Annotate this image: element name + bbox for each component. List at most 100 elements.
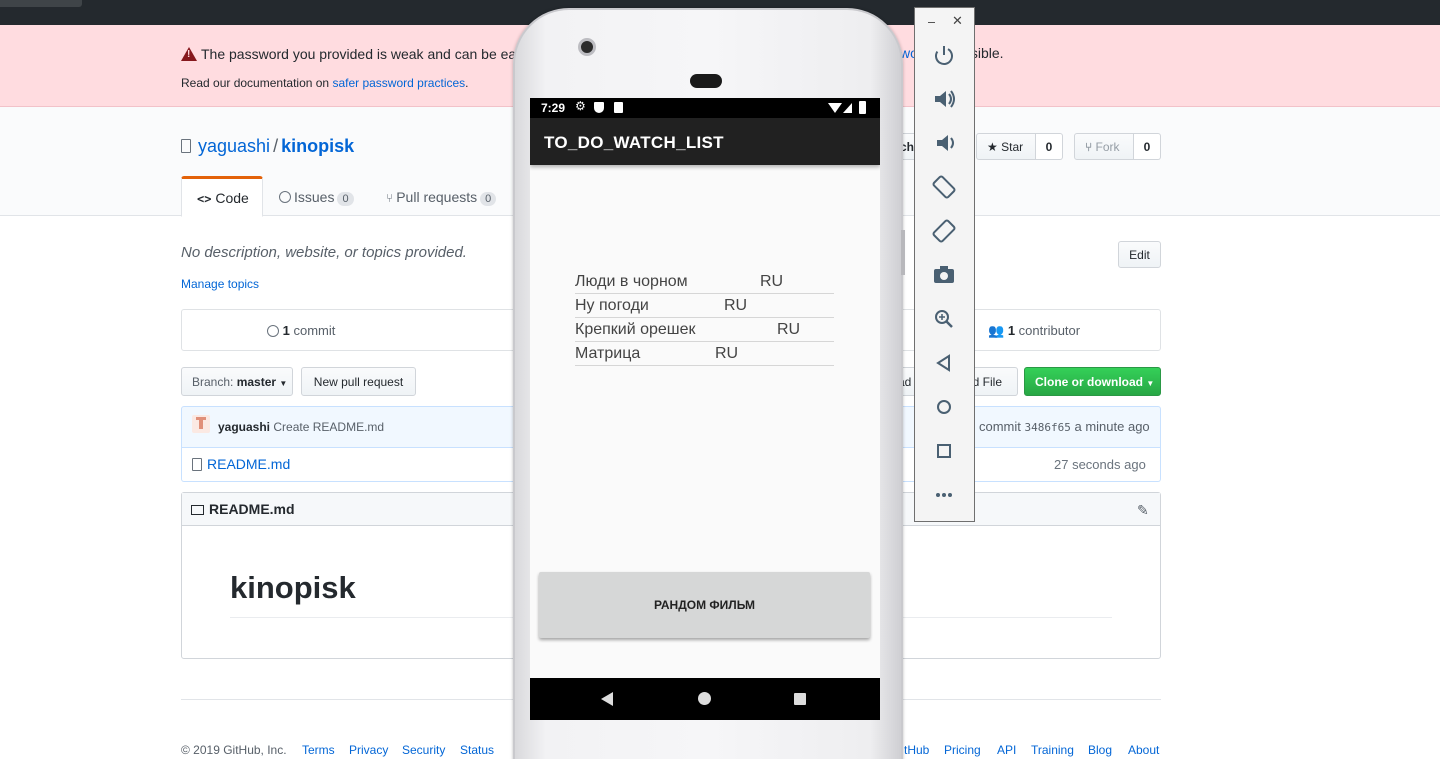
random-film-button[interactable]: РАНДОМ ФИЛЬМ bbox=[539, 572, 870, 638]
file-icon bbox=[192, 458, 202, 471]
tab-code[interactable]: <> Code bbox=[181, 176, 263, 217]
pencil-icon[interactable]: ✎ bbox=[1137, 502, 1149, 519]
film-language: RU bbox=[715, 345, 739, 362]
safer-password-link[interactable]: safer password practices bbox=[332, 76, 465, 90]
film-title: Люди в чорном bbox=[575, 273, 688, 290]
android-navigation-bar bbox=[530, 678, 880, 720]
film-title: Матрица bbox=[575, 345, 641, 362]
fork-icon: ⑂ bbox=[1085, 140, 1093, 154]
volume-down-button[interactable] bbox=[915, 128, 974, 158]
readme-heading: kinopisk bbox=[230, 570, 356, 605]
commit-message-link[interactable]: Create README.md bbox=[273, 420, 384, 434]
volume-rocker bbox=[901, 230, 905, 275]
screenshot-button[interactable] bbox=[915, 260, 974, 290]
home-button[interactable] bbox=[915, 392, 974, 422]
star-button[interactable]: ★ Star bbox=[976, 133, 1036, 160]
book-icon bbox=[191, 505, 204, 515]
history-icon bbox=[267, 325, 279, 337]
pull-request-icon: ⑂ bbox=[386, 191, 394, 205]
footer-link-security[interactable]: Security bbox=[402, 743, 445, 757]
edit-button[interactable]: Edit bbox=[1118, 241, 1161, 268]
film-language: RU bbox=[760, 273, 784, 290]
commit-sha-link[interactable]: 3486f65 bbox=[1025, 421, 1071, 434]
commits-link[interactable]: 1 commit bbox=[267, 323, 335, 338]
footer-link-api[interactable]: API bbox=[997, 743, 1016, 757]
nav-overview-icon[interactable] bbox=[794, 693, 806, 705]
footer-copyright: © 2019 GitHub, Inc. bbox=[181, 743, 287, 757]
footer-link-about[interactable]: About bbox=[1128, 743, 1159, 757]
footer-link-status[interactable]: Status bbox=[460, 743, 494, 757]
browser-tab-stub[interactable] bbox=[0, 0, 82, 7]
repo-owner-link[interactable]: yaguashi bbox=[198, 136, 270, 156]
fork-count[interactable]: 0 bbox=[1134, 133, 1161, 160]
settings-notification-icon: ⚙ bbox=[575, 99, 586, 113]
list-item[interactable]: Матрица RU bbox=[575, 342, 834, 366]
footer-link-terms[interactable]: Terms bbox=[302, 743, 335, 757]
rotate-right-button[interactable] bbox=[915, 216, 974, 246]
avatar[interactable] bbox=[192, 415, 210, 433]
nav-home-icon[interactable] bbox=[698, 692, 711, 705]
table-row[interactable]: README.md bbox=[192, 456, 290, 472]
caret-down-icon: ▼ bbox=[1146, 379, 1155, 388]
more-button[interactable] bbox=[915, 480, 974, 510]
tab-pull-requests[interactable]: ⑂ Pull requests 0 bbox=[386, 176, 497, 216]
nav-back-icon[interactable] bbox=[601, 692, 613, 706]
emulator-screen[interactable]: 7:29 ⚙ TO_DO_WATCH_LIST Люди в чорном RU … bbox=[530, 98, 880, 720]
footer-link-pricing[interactable]: Pricing bbox=[944, 743, 981, 757]
tab-issues[interactable]: Issues 0 bbox=[279, 176, 354, 216]
emulator-toolbar: ✕ bbox=[914, 7, 975, 522]
file-age: 27 seconds ago bbox=[1054, 457, 1146, 472]
footer-link-github[interactable]: tHub bbox=[904, 743, 929, 757]
volume-up-button[interactable] bbox=[915, 84, 974, 114]
power-icon bbox=[935, 46, 953, 65]
star-count[interactable]: 0 bbox=[1036, 133, 1063, 160]
power-button[interactable] bbox=[915, 40, 974, 70]
file-name-link[interactable]: README.md bbox=[207, 456, 290, 472]
branch-select[interactable]: Branch: master ▼ bbox=[181, 367, 293, 396]
zoom-button[interactable] bbox=[915, 304, 974, 334]
film-title: Крепкий орешек bbox=[575, 321, 696, 338]
footer-link-privacy[interactable]: Privacy bbox=[349, 743, 388, 757]
issues-count: 0 bbox=[337, 192, 354, 206]
commit-meta: commit 3486f65 a minute ago bbox=[979, 419, 1150, 434]
list-item[interactable]: Ну погоди RU bbox=[575, 294, 834, 318]
back-icon bbox=[936, 354, 950, 372]
shield-notification-icon bbox=[594, 102, 604, 113]
warning-message: The password you provided is weak and ca… bbox=[181, 45, 523, 62]
sd-card-icon bbox=[614, 102, 623, 113]
pull-requests-count: 0 bbox=[480, 192, 497, 206]
code-icon: <> bbox=[197, 192, 212, 206]
fork-button[interactable]: ⑂ Fork bbox=[1074, 133, 1134, 160]
caret-down-icon: ▼ bbox=[279, 379, 288, 388]
commit-summary: yaguashi Create README.md bbox=[218, 420, 384, 434]
footer-link-training[interactable]: Training bbox=[1031, 743, 1074, 757]
home-icon bbox=[937, 400, 951, 414]
manage-topics-link[interactable]: Manage topics bbox=[181, 277, 259, 291]
rotate-left-button[interactable] bbox=[915, 172, 974, 202]
zoom-icon bbox=[935, 310, 953, 328]
rotate-left-icon bbox=[932, 175, 956, 199]
overview-icon bbox=[937, 444, 951, 458]
star-icon: ★ bbox=[987, 140, 998, 154]
list-item[interactable]: Люди в чорном RU bbox=[575, 270, 834, 294]
overview-button[interactable] bbox=[915, 436, 974, 466]
repo-name-link[interactable]: kinopisk bbox=[281, 136, 354, 156]
footer-link-blog[interactable]: Blog bbox=[1088, 743, 1112, 757]
new-pull-request-button[interactable]: New pull request bbox=[301, 367, 416, 396]
minimize-icon[interactable] bbox=[928, 22, 935, 23]
clone-or-download-button[interactable]: Clone or download ▼ bbox=[1024, 367, 1161, 396]
commit-author-link[interactable]: yaguashi bbox=[218, 420, 270, 434]
readme-title: README.md bbox=[191, 501, 295, 517]
status-time: 7:29 bbox=[541, 101, 566, 115]
alert-icon bbox=[181, 47, 197, 61]
close-icon[interactable]: ✕ bbox=[952, 13, 963, 29]
camera-icon bbox=[934, 266, 954, 283]
film-title: Ну погоди bbox=[575, 297, 649, 314]
list-item[interactable]: Крепкий орешек RU bbox=[575, 318, 834, 342]
volume-up-icon bbox=[935, 90, 955, 108]
film-language: RU bbox=[724, 297, 748, 314]
repository-title: yaguashi / kinopisk bbox=[181, 136, 354, 157]
people-icon: 👥 bbox=[988, 323, 1005, 338]
back-button[interactable] bbox=[915, 348, 974, 378]
contributors-link[interactable]: 👥 1 contributor bbox=[988, 323, 1080, 339]
